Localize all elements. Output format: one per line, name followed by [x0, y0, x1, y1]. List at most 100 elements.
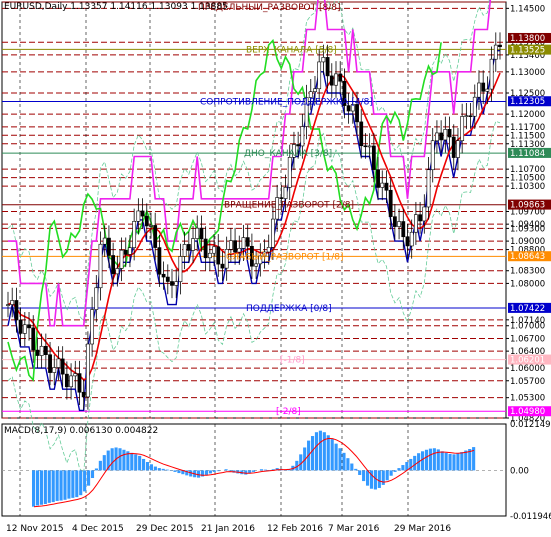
candle-body	[313, 88, 317, 92]
candle-body	[245, 237, 250, 247]
candle-body	[334, 73, 338, 86]
macd-bar	[397, 468, 401, 471]
candle-body	[266, 247, 271, 253]
candle-body	[296, 144, 301, 147]
macd-bar	[59, 470, 63, 501]
candle-body	[52, 367, 57, 373]
candle-body	[56, 358, 61, 368]
price-label-text: 1.13800	[510, 34, 545, 44]
macd-bar	[122, 449, 126, 471]
murrey-label: СЛАБЫЙ_РАЗВОРОТ [1/8]	[226, 250, 344, 262]
macd-bar	[165, 469, 169, 471]
macd-bar	[79, 470, 83, 496]
macd-bar	[32, 470, 36, 507]
price-tick-label: 1.08300	[510, 267, 545, 277]
candle-body	[443, 129, 448, 141]
macd-bar	[51, 470, 55, 503]
candle-body	[485, 88, 490, 92]
macd-bar	[197, 470, 201, 478]
ohlc-low: 1.13093	[150, 2, 188, 12]
macd-bar	[342, 452, 346, 471]
x-axis-label: 12 Feb 2016	[267, 524, 323, 534]
candle-body	[401, 221, 406, 238]
candle-body	[144, 215, 149, 227]
chart-window: ПРЕДЕЛЬНЫЙ_РАЗВОРОТ [8/8] ВЕРХ_КАНАЛА [5/…	[0, 0, 551, 537]
candle-body	[279, 197, 284, 199]
price-chart-header: EURUSD,Daily 1.13357 1.14116 1.13093 1.1…	[4, 2, 228, 12]
candle-body	[439, 132, 444, 141]
macd-bar	[47, 470, 51, 503]
macd-bar	[67, 470, 71, 499]
macd-bar	[145, 461, 150, 471]
macd-bar	[138, 455, 142, 471]
murrey-label: [-2/8]	[276, 407, 301, 417]
candle-body	[426, 169, 431, 208]
candle-body	[363, 145, 368, 148]
candle-body	[6, 304, 10, 306]
macd-bar	[102, 455, 106, 471]
candle-body	[325, 57, 330, 77]
chart-canvas: ПРЕДЕЛЬНЫЙ_РАЗВОРОТ [8/8]ВЕРХ_КАНАЛА [5/…	[1, 0, 551, 534]
macd-bar	[161, 468, 165, 471]
macd-bar	[90, 470, 95, 479]
x-axis-label: 4 Dec 2015	[72, 524, 124, 534]
candle-body	[329, 75, 334, 86]
macd-bar	[173, 470, 177, 472]
macd-bar	[350, 463, 354, 471]
candle-body	[73, 373, 78, 377]
price-tick-label: 1.08000	[510, 279, 545, 289]
candle-body	[422, 206, 427, 222]
candle-body	[27, 324, 31, 329]
candle-body	[409, 231, 414, 247]
macd-bar	[326, 435, 330, 471]
candle-body	[140, 210, 145, 217]
macd-tick-label: 0.012149	[510, 420, 551, 430]
macd-bar	[142, 458, 146, 471]
candle-body	[153, 225, 158, 248]
price-label-text: 1.06201	[510, 356, 545, 366]
candle-body	[468, 115, 473, 117]
candle-body	[81, 391, 86, 398]
macd-title: MACD(8,17,9) 0.006130 0.004822	[4, 426, 159, 436]
macd-bar	[212, 470, 216, 472]
candle-body	[359, 121, 364, 147]
candle-body	[287, 157, 292, 188]
macd-bar	[358, 470, 362, 475]
macd-bar	[456, 453, 460, 471]
macd-bar	[83, 470, 87, 492]
candle-body	[18, 319, 23, 334]
candle-body	[228, 240, 233, 250]
macd-bar	[224, 469, 228, 471]
macd-bar	[98, 460, 102, 471]
murrey-label: ВРАЩЕНИЕ_РАЗВОРОТ [2/8]	[224, 201, 354, 211]
macd-bar	[448, 453, 452, 471]
macd-bar	[365, 470, 370, 486]
candle-body	[90, 309, 95, 345]
macd-bar	[43, 470, 47, 504]
candle-body	[212, 246, 216, 254]
macd-bar	[55, 470, 59, 501]
macd-bar	[157, 468, 161, 471]
candle-body	[283, 187, 288, 199]
macd-bar	[330, 439, 334, 471]
x-axis-label: 29 Mar 2016	[394, 524, 451, 534]
candle-body	[392, 216, 397, 227]
candle-body	[317, 61, 322, 90]
candle-body	[241, 237, 246, 249]
macd-bar	[338, 448, 342, 471]
macd-bar	[314, 432, 319, 471]
macd-bar	[381, 470, 385, 485]
candle-body	[31, 327, 36, 351]
candle-body	[418, 214, 423, 222]
macd-bar	[71, 470, 75, 498]
macd-bar	[444, 452, 448, 471]
candle-body	[220, 263, 225, 269]
macd-bar	[420, 451, 425, 471]
candle-body	[10, 300, 15, 305]
candle-body	[128, 247, 132, 255]
macd-bar	[389, 470, 393, 476]
macd-bar	[460, 452, 464, 471]
candle-body	[35, 349, 40, 356]
price-tick-label: 1.10300	[510, 182, 545, 192]
candle-body	[123, 249, 128, 255]
